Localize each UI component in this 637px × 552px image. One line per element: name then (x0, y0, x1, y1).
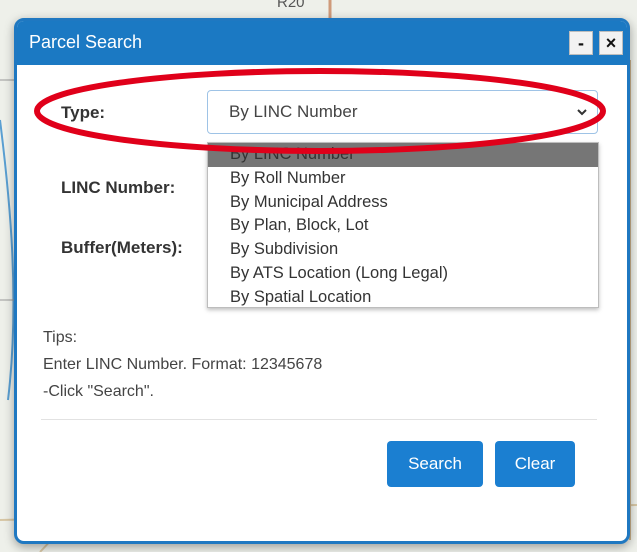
dropdown-option-spatial-location[interactable]: By Spatial Location (208, 286, 598, 310)
dialog-title: Parcel Search (29, 32, 143, 52)
dropdown-option-ats-location[interactable]: By ATS Location (Long Legal) (208, 262, 598, 286)
dropdown-option-linc[interactable]: By LINC Number (208, 143, 598, 167)
divider (41, 419, 597, 420)
type-select-value: By LINC Number (229, 102, 358, 121)
minimize-icon[interactable]: - (569, 31, 593, 55)
dropdown-option-plan-block-lot[interactable]: By Plan, Block, Lot (208, 214, 598, 238)
type-select[interactable]: By LINC Number (207, 90, 598, 134)
tips-line-1: Enter LINC Number. Format: 12345678 (43, 356, 323, 373)
close-icon[interactable]: × (599, 31, 623, 55)
type-dropdown-list: By LINC Number By Roll Number By Municip… (207, 142, 599, 308)
clear-button[interactable]: Clear (495, 441, 575, 487)
tips-heading: Tips: (43, 329, 78, 346)
chevron-down-icon (577, 109, 587, 116)
dropdown-option-subdivision[interactable]: By Subdivision (208, 238, 598, 262)
search-button[interactable]: Search (387, 441, 483, 487)
type-label: Type: (61, 103, 106, 122)
tips-line-2: -Click "Search". (43, 383, 154, 400)
dialog-titlebar[interactable]: Parcel Search - × (17, 21, 627, 65)
dropdown-option-roll[interactable]: By Roll Number (208, 167, 598, 191)
buffer-meters-label: Buffer(Meters): (61, 238, 183, 257)
parcel-search-dialog: Parcel Search - × Type: By LINC Number L… (14, 18, 630, 544)
map-road-label: R20 (277, 0, 305, 11)
dropdown-option-municipal-address[interactable]: By Municipal Address (208, 191, 598, 215)
linc-number-label: LINC Number: (61, 178, 176, 197)
